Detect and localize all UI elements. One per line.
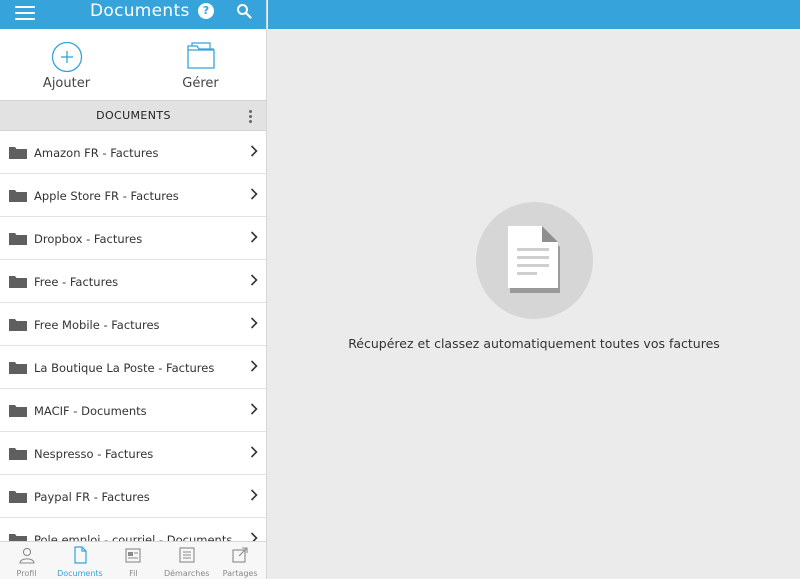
share-icon — [232, 547, 248, 563]
tab-documents[interactable]: Documents — [53, 542, 106, 579]
more-options-icon[interactable] — [247, 109, 253, 123]
plus-circle-icon — [51, 41, 82, 73]
tab-label: Démarches — [163, 569, 210, 578]
folder-row[interactable]: Amazon FR - Factures — [0, 131, 266, 174]
folder-icon — [9, 319, 27, 331]
add-label: Ajouter — [42, 76, 91, 91]
folder-label: Pole emploi - courriel - Documents — [34, 533, 233, 541]
folder-icon — [9, 362, 27, 374]
folder-icon — [9, 147, 27, 159]
section-header: DOCUMENTS — [0, 100, 266, 131]
document-icon — [74, 546, 87, 564]
chevron-right-icon — [250, 145, 258, 157]
folder-row[interactable]: Free Mobile - Factures — [0, 303, 266, 346]
tab-bar: Profil Documents Fil Démarches Partages — [0, 541, 266, 579]
chevron-right-icon — [250, 274, 258, 286]
tab-label: Fil — [129, 569, 138, 578]
folder-row[interactable]: Apple Store FR - Factures — [0, 174, 266, 217]
folder-icon — [9, 405, 27, 417]
chevron-right-icon — [250, 317, 258, 329]
folder-label: Apple Store FR - Factures — [34, 189, 179, 203]
folder-list: Amazon FR - Factures Apple Store FR - Fac… — [0, 131, 266, 541]
tab-label: Partages — [222, 569, 258, 578]
chevron-right-icon — [250, 231, 258, 243]
folder-icon — [9, 491, 27, 503]
chevron-right-icon — [250, 403, 258, 415]
folder-label: Dropbox - Factures — [34, 232, 143, 246]
empty-state: Récupérez et classez automatiquement tou… — [268, 29, 800, 579]
folder-label: La Boutique La Poste - Factures — [34, 361, 215, 375]
feed-icon — [125, 548, 141, 563]
top-bar: Documents ? — [0, 0, 266, 29]
detail-top-bar — [268, 0, 800, 29]
help-icon[interactable]: ? — [198, 3, 214, 19]
add-button[interactable]: Ajouter — [0, 29, 133, 100]
folder-row[interactable]: Paypal FR - Factures — [0, 475, 266, 518]
folder-icon — [186, 42, 215, 69]
folder-icon — [9, 276, 27, 288]
section-title: DOCUMENTS — [96, 109, 171, 122]
chevron-right-icon — [250, 360, 258, 372]
folder-icon — [9, 448, 27, 460]
folder-label: MACIF - Documents — [34, 404, 147, 418]
folder-row[interactable]: Free - Factures — [0, 260, 266, 303]
tab-profil[interactable]: Profil — [0, 542, 53, 579]
empty-state-message: Récupérez et classez automatiquement tou… — [348, 336, 720, 351]
document-icon — [508, 226, 560, 293]
folder-label: Nespresso - Factures — [34, 447, 154, 461]
folder-label: Free - Factures — [34, 275, 119, 289]
chevron-right-icon — [250, 532, 258, 541]
folder-row[interactable]: MACIF - Documents — [0, 389, 266, 432]
action-bar: Ajouter Gérer — [0, 29, 266, 100]
search-icon[interactable] — [236, 3, 252, 19]
folder-label: Paypal FR - Factures — [34, 490, 150, 504]
manage-button[interactable]: Gérer — [134, 29, 266, 100]
chevron-right-icon — [250, 446, 258, 458]
tab-partages[interactable]: Partages — [214, 542, 266, 579]
folder-icon — [9, 534, 27, 541]
chevron-right-icon — [250, 489, 258, 501]
tab-label: Documents — [57, 569, 103, 578]
list-icon — [179, 547, 195, 563]
folder-row[interactable]: Nespresso - Factures — [0, 432, 266, 475]
tab-fil[interactable]: Fil — [107, 542, 160, 579]
manage-label: Gérer — [182, 76, 219, 91]
person-icon — [18, 547, 35, 564]
folder-row[interactable]: Pole emploi - courriel - Documents — [0, 518, 266, 541]
tab-demarches[interactable]: Démarches — [160, 542, 213, 579]
folder-label: Free Mobile - Factures — [34, 318, 160, 332]
folder-row[interactable]: La Boutique La Poste - Factures — [0, 346, 266, 389]
page-title: Documents — [90, 1, 190, 21]
tab-label: Profil — [16, 569, 37, 578]
folder-icon — [9, 233, 27, 245]
chevron-right-icon — [250, 188, 258, 200]
folder-row[interactable]: Dropbox - Factures — [0, 217, 266, 260]
folder-label: Amazon FR - Factures — [34, 146, 159, 160]
menu-icon[interactable] — [15, 4, 35, 20]
folder-icon — [9, 190, 27, 202]
document-sidebar: Documents ? Ajouter Gérer DOCUMENTS Amaz… — [0, 0, 267, 579]
